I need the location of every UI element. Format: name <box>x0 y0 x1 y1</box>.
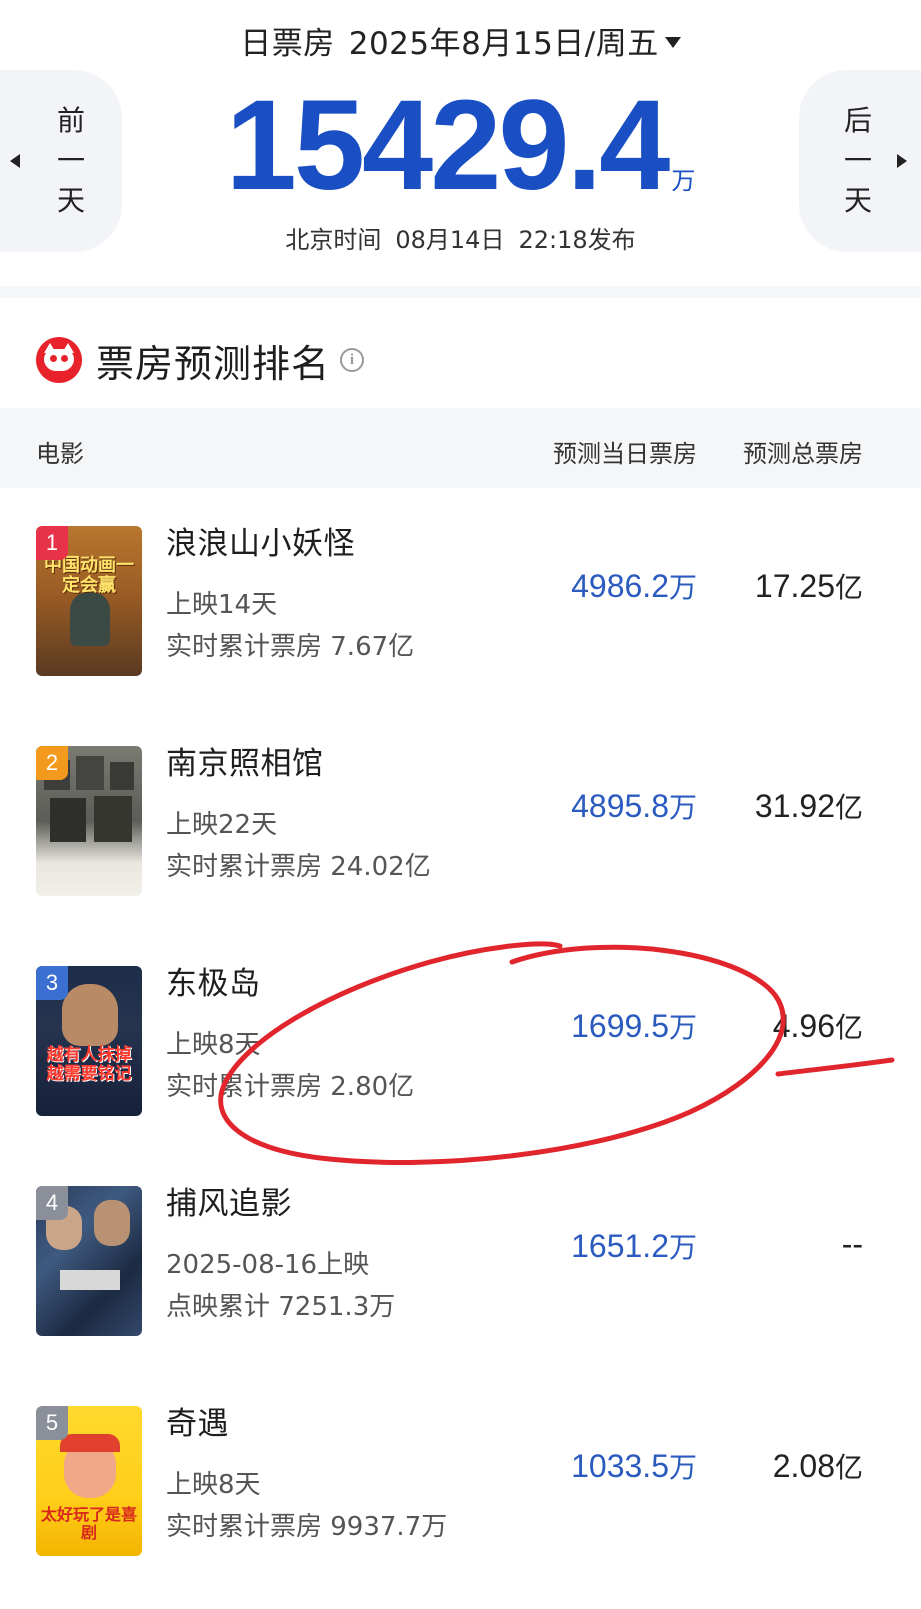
movie-poster: 太好玩了是喜剧 5 <box>36 1406 142 1556</box>
release-days: 上映14天 <box>166 590 278 620</box>
movie-row[interactable]: 太好玩了是喜剧 5 奇遇 上映8天 实时累计票房 9937.7万 1033.5万… <box>0 1370 921 1590</box>
forecast-day-value: 4986.2万 <box>571 568 697 604</box>
date-text[interactable]: 2025年8月15日/周五 <box>349 26 659 62</box>
forecast-day-value: 1699.5万 <box>571 1008 697 1044</box>
preview-box-office: 点映累计 7251.3万 <box>166 1292 396 1322</box>
date-selector[interactable]: 日票房 2025年8月15日/周五 <box>0 18 921 63</box>
movie-title[interactable]: 奇遇 <box>166 1398 229 1443</box>
rank-badge: 4 <box>36 1186 68 1220</box>
movie-poster: 越有人抹掉越需要铭记 3 <box>36 966 142 1116</box>
box-office-header: 日票房 2025年8月15日/周五 前一天 后一天 15429.4 万 北京时间 08… <box>0 0 921 290</box>
release-days: 上映22天 <box>166 810 278 840</box>
publish-clock: 22:18发布 <box>518 226 636 254</box>
release-days: 上映8天 <box>166 1470 261 1500</box>
cumulative-box-office: 实时累计票房 9937.7万 <box>166 1512 448 1542</box>
column-forecast-total[interactable]: 预测总票房 <box>743 434 863 469</box>
section-title-text: 票房预测排名 <box>96 341 331 386</box>
forecast-total-value: 31.92亿 <box>754 788 863 824</box>
cumulative-box-office: 实时累计票房 2.80亿 <box>166 1072 415 1102</box>
info-circle-icon[interactable]: i <box>340 348 365 372</box>
forecast-day-value: 4895.8万 <box>571 788 697 824</box>
daily-box-office-label: 日票房 <box>240 26 335 62</box>
poster-caption: 越有人抹掉越需要铭记 <box>46 1045 132 1084</box>
forecast-ranking-title: 票房预测排名 i <box>36 336 365 386</box>
section-divider <box>0 286 921 298</box>
movie-row[interactable]: 4 捕风追影 2025-08-16上映 点映累计 7251.3万 1651.2万… <box>0 1150 921 1370</box>
rank-badge: 5 <box>36 1406 68 1440</box>
total-box-office-unit: 万 <box>671 167 696 195</box>
movie-title[interactable]: 南京照相馆 <box>166 738 324 783</box>
forecast-day-value: 1651.2万 <box>571 1228 697 1264</box>
movie-title[interactable]: 浪浪山小妖怪 <box>166 518 355 563</box>
total-box-office: 15429.4 万 <box>0 82 921 210</box>
column-movie: 电影 <box>36 440 84 468</box>
poster-caption: 太好玩了是喜剧 <box>40 1505 137 1542</box>
movie-row[interactable]: 越有人抹掉越需要铭记 3 东极岛 上映8天 实时累计票房 2.80亿 1699.… <box>0 930 921 1150</box>
column-forecast-day[interactable]: 预测当日票房 <box>553 434 697 469</box>
movie-row[interactable]: 中国动画一定会赢 1 浪浪山小妖怪 上映14天 实时累计票房 7.67亿 498… <box>0 490 921 710</box>
publish-prefix: 北京时间 <box>285 226 382 254</box>
movie-title[interactable]: 捕风追影 <box>166 1178 292 1223</box>
rank-badge: 2 <box>36 746 68 780</box>
forecast-total-value: 2.08亿 <box>772 1448 863 1484</box>
publish-time: 北京时间 08月14日 22:18发布 <box>0 220 921 255</box>
movie-row[interactable]: 2 南京照相馆 上映22天 实时累计票房 24.02亿 4895.8万 31.9… <box>0 710 921 930</box>
publish-date: 08月14日 <box>395 226 505 254</box>
forecast-total-value: 4.96亿 <box>772 1008 863 1044</box>
rank-badge: 3 <box>36 966 68 1000</box>
forecast-total-value: -- <box>841 1226 863 1262</box>
release-days: 上映8天 <box>166 1030 261 1060</box>
cumulative-box-office: 实时累计票房 7.67亿 <box>166 632 415 662</box>
release-date: 2025-08-16上映 <box>166 1250 370 1280</box>
movie-poster: 中国动画一定会赢 1 <box>36 526 142 676</box>
total-box-office-value: 15429.4 <box>225 74 671 217</box>
cumulative-box-office: 实时累计票房 24.02亿 <box>166 852 431 882</box>
caret-down-icon[interactable] <box>664 37 681 48</box>
movie-title[interactable]: 东极岛 <box>166 958 261 1003</box>
movie-poster: 2 <box>36 746 142 896</box>
movie-poster: 4 <box>36 1186 142 1336</box>
poster-caption: 中国动画一定会赢 <box>44 555 134 596</box>
maoyan-cat-logo-icon <box>36 337 82 383</box>
table-header: 电影 预测当日票房 预测总票房 <box>0 408 921 488</box>
rank-badge: 1 <box>36 526 68 560</box>
forecast-day-value: 1033.5万 <box>571 1448 697 1484</box>
forecast-total-value: 17.25亿 <box>754 568 863 604</box>
